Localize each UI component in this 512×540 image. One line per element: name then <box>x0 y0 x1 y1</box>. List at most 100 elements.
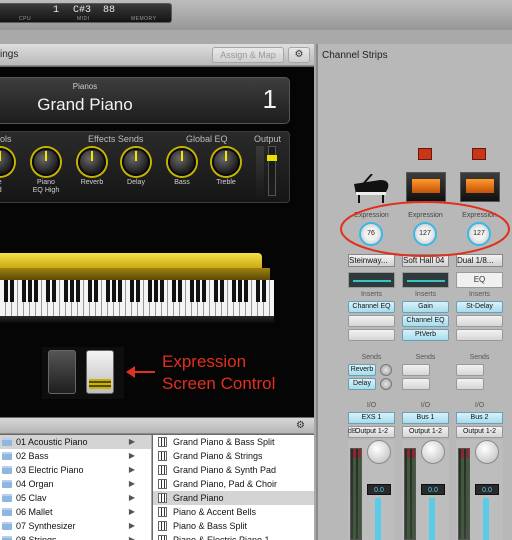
volume-fader[interactable] <box>483 498 489 540</box>
black-key[interactable] <box>88 280 92 302</box>
send-slot[interactable]: Delay <box>348 378 376 390</box>
insert-slot-empty[interactable] <box>348 329 395 341</box>
io-label: I/O <box>420 402 431 409</box>
black-key[interactable] <box>112 280 116 302</box>
folder-icon <box>2 480 12 488</box>
piano-eq-high-knob[interactable] <box>32 148 60 176</box>
send-level-knob[interactable] <box>380 378 392 390</box>
black-key[interactable] <box>172 280 176 302</box>
black-key[interactable] <box>4 280 8 302</box>
library-category-item[interactable]: 03 Electric Piano ▶ <box>0 463 151 477</box>
eq-thumbnail[interactable] <box>348 272 395 288</box>
black-key[interactable] <box>202 280 206 302</box>
input-slot[interactable]: Bus 2 <box>456 412 503 424</box>
black-key[interactable] <box>238 280 242 302</box>
assign-map-button[interactable]: Assign & Map <box>212 47 284 63</box>
insert-slot-empty[interactable] <box>456 329 503 341</box>
black-key[interactable] <box>76 280 80 302</box>
black-key[interactable] <box>52 280 56 302</box>
black-key[interactable] <box>10 280 14 302</box>
insert-slot-empty[interactable] <box>456 315 503 327</box>
black-key[interactable] <box>64 280 68 302</box>
expression-pedal[interactable] <box>86 350 114 394</box>
library-category-item[interactable]: 06 Mallet ▶ <box>0 505 151 519</box>
black-key[interactable] <box>262 280 266 302</box>
send-slot-empty[interactable] <box>456 364 484 376</box>
library-gear-icon[interactable]: ⚙ <box>296 420 305 431</box>
library-patch-label: Grand Piano <box>173 493 224 503</box>
input-slot[interactable]: EXS 1 <box>348 412 395 424</box>
folder-icon <box>2 522 12 530</box>
black-key[interactable] <box>220 280 224 302</box>
library-category-item[interactable]: 02 Bass ▶ <box>0 449 151 463</box>
insert-slot[interactable]: Channel EQ <box>348 301 395 313</box>
insert-slot[interactable]: Channel EQ <box>402 315 449 327</box>
black-key[interactable] <box>148 280 152 302</box>
insert-slot-empty[interactable] <box>348 315 395 327</box>
black-key[interactable] <box>160 280 164 302</box>
library-patch-item[interactable]: Grand Piano, Pad & Choir <box>153 477 314 491</box>
pan-knob[interactable] <box>421 440 445 464</box>
gear-icon[interactable]: ⚙ <box>288 47 310 63</box>
library-patch-item[interactable]: Grand Piano & Synth Pad <box>153 463 314 477</box>
black-key[interactable] <box>130 280 134 302</box>
library-category-item[interactable]: 01 Acoustic Piano ▶ <box>0 435 151 449</box>
library-category-item[interactable]: 07 Synthesizer ▶ <box>0 519 151 533</box>
library-patch-item[interactable]: Piano & Bass Split <box>153 519 314 533</box>
send-slot-empty[interactable] <box>402 378 430 390</box>
insert-slot[interactable]: St-Delay <box>456 301 503 313</box>
library-category-item[interactable]: 08 Strings ▶ <box>0 533 151 540</box>
section-label-output: Output <box>254 134 282 144</box>
library-patch-item[interactable]: Piano & Accent Bells <box>153 505 314 519</box>
volume-fader[interactable] <box>429 498 435 540</box>
library-category-item[interactable]: 05 Clav ▶ <box>0 491 151 505</box>
eq-thumbnail[interactable] <box>402 272 449 288</box>
library-patch-item[interactable]: Piano & Electric Piano 1 <box>153 533 314 540</box>
black-key[interactable] <box>244 280 248 302</box>
patch-number: 1 <box>262 84 277 114</box>
bass-knob[interactable] <box>168 148 196 176</box>
library-category-item[interactable]: 04 Organ ▶ <box>0 477 151 491</box>
black-key[interactable] <box>46 280 50 302</box>
black-key[interactable] <box>28 280 32 302</box>
volume-fader[interactable] <box>375 498 381 540</box>
black-key[interactable] <box>22 280 26 302</box>
library-patch-item[interactable]: Grand Piano & Strings <box>153 449 314 463</box>
black-key[interactable] <box>214 280 218 302</box>
send-slot-empty[interactable] <box>456 378 484 390</box>
black-key[interactable] <box>232 280 236 302</box>
mid-knob[interactable] <box>0 148 14 176</box>
black-key[interactable] <box>256 280 260 302</box>
output-slider[interactable] <box>267 146 277 196</box>
insert-slot[interactable]: Gain <box>402 301 449 313</box>
treble-knob[interactable] <box>212 148 240 176</box>
reverb-knob[interactable] <box>78 148 106 176</box>
input-slot[interactable]: Bus 1 <box>402 412 449 424</box>
eq-thumbnail[interactable]: EQ <box>456 272 503 288</box>
black-key[interactable] <box>70 280 74 302</box>
black-key[interactable] <box>190 280 194 302</box>
send-level-knob[interactable] <box>380 364 392 376</box>
send-slot[interactable]: Reverb <box>348 364 376 376</box>
output-slot[interactable]: Output 1-2 <box>456 426 503 438</box>
library-patch-item[interactable]: Grand Piano & Bass Split <box>153 435 314 449</box>
black-key[interactable] <box>106 280 110 302</box>
pan-knob[interactable] <box>475 440 499 464</box>
sustain-pedal[interactable] <box>48 350 76 394</box>
white-key[interactable] <box>270 280 274 316</box>
output-slot[interactable]: Output 1-2 <box>402 426 449 438</box>
piano-keyboard[interactable] <box>0 280 274 316</box>
black-key[interactable] <box>94 280 98 302</box>
send-slot-empty[interactable] <box>402 364 430 376</box>
black-key[interactable] <box>136 280 140 302</box>
pan-knob[interactable] <box>367 440 391 464</box>
transport-lcd[interactable]: 1 C#3 88 CPU MIDI MEMORY <box>0 3 172 23</box>
black-key[interactable] <box>154 280 158 302</box>
black-key[interactable] <box>34 280 38 302</box>
insert-slot[interactable]: PtVerb <box>402 329 449 341</box>
library-patch-item[interactable]: Grand Piano <box>153 491 314 505</box>
black-key[interactable] <box>196 280 200 302</box>
black-key[interactable] <box>178 280 182 302</box>
delay-knob[interactable] <box>122 148 150 176</box>
black-key[interactable] <box>118 280 122 302</box>
